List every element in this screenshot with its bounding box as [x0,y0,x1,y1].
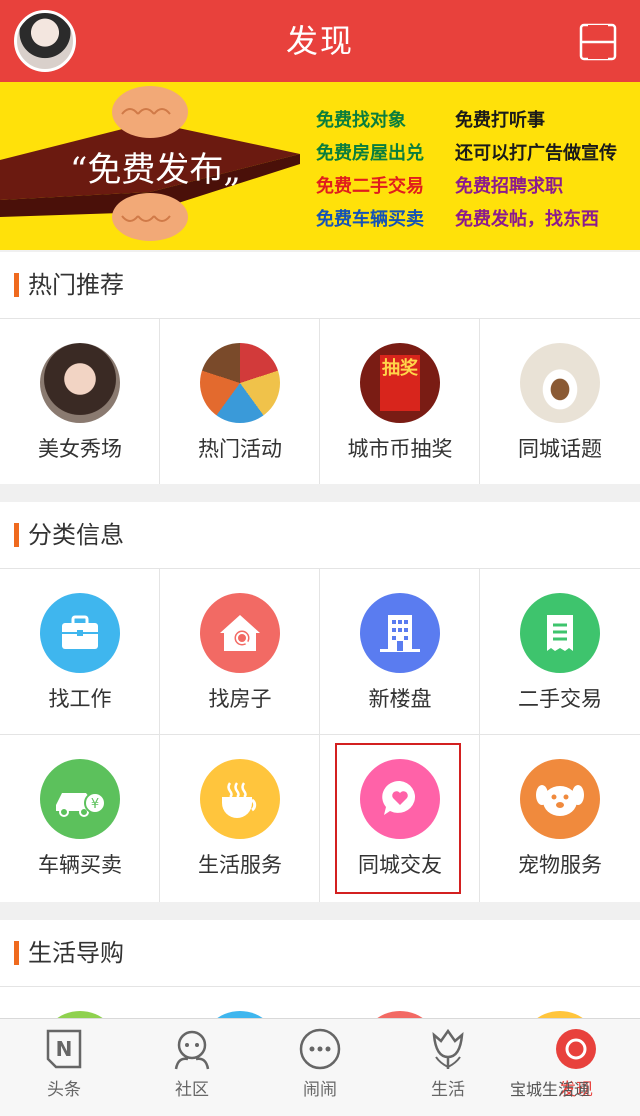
lottery-photo: 抽奖 [360,343,440,423]
tab-label: 闹闹 [303,1080,337,1100]
section-shopping-header: 生活导购 [0,920,640,986]
svg-text:¥: ¥ [91,797,99,812]
coffee-photo [520,343,600,423]
banner-line: 免费二手交易 [316,176,424,197]
building-icon [360,593,440,673]
scan-icon[interactable] [578,22,618,62]
banner-line: 免费房屋出兑 [316,143,424,164]
item-label: 美女秀场 [38,437,122,461]
community-icon [174,1030,210,1070]
category-vehicle[interactable]: ¥ 车辆买卖 [0,735,160,902]
banner-right-column: 免费打听事 还可以打广告做宣传 免费招聘求职 免费发帖，找东西 [455,104,617,236]
watermark-text: 宝城生活通 [510,1080,591,1099]
category-house[interactable]: 找房子 [160,569,320,734]
coffee-cup-icon [200,759,280,839]
hot-item-topics[interactable]: 同城话题 [480,319,640,484]
item-label: 同城话题 [518,437,602,461]
hot-item-events[interactable]: 热门活动 [160,319,320,484]
banner-line: 免费打听事 [455,110,545,131]
discover-icon [556,1029,596,1069]
bottom-tab-bar: N 头条 社区 闹闹 生活 发现 [0,1018,640,1116]
tab-label: 头条 [47,1080,81,1100]
item-label: 城市币抽奖 [347,437,453,461]
chat-icon [299,1028,341,1070]
category-pet-service[interactable]: 宠物服务 [480,735,640,902]
briefcase-icon [40,593,120,673]
tab-life[interactable]: 生活 [384,1019,512,1116]
selection-highlight [335,743,461,894]
section-hot-header: 热门推荐 [0,252,640,318]
beauty-photo [40,343,120,423]
tab-chat[interactable]: 闹闹 [256,1019,384,1116]
news-icon: N [46,1029,82,1069]
banner-line: 免费找对象 [316,110,406,131]
hot-item-lottery[interactable]: 抽奖 城市币抽奖 [320,319,480,484]
accent-bar [14,523,19,547]
banner-line: 免费招聘求职 [455,176,563,197]
category-second-hand[interactable]: 二手交易 [480,569,640,734]
accent-bar [14,941,19,965]
banner-line: 免费发帖，找东西 [455,209,599,230]
section-title: 分类信息 [28,521,124,549]
receipt-icon [520,593,600,673]
category-grid-row-2: ¥ 车辆买卖 生活服务 同城交友 宠物服务 [0,734,640,902]
item-label: 找工作 [48,687,112,711]
item-label: 二手交易 [518,687,602,711]
item-label: 宠物服务 [518,853,602,877]
banner-left-column: 免费找对象 免费房屋出兑 免费二手交易 免费车辆买卖 [316,104,424,236]
page-title: 发现 [285,22,354,60]
item-label: 生活服务 [198,853,282,877]
tab-label: 社区 [175,1080,209,1100]
hot-item-beauty-show[interactable]: 美女秀场 [0,319,160,484]
tab-community[interactable]: 社区 [128,1019,256,1116]
car-icon: ¥ [40,759,120,839]
tab-discover[interactable]: 发现 [512,1019,640,1116]
tulip-icon [432,1028,464,1069]
item-label: 找房子 [208,687,272,711]
item-label: 车辆买卖 [38,853,122,877]
hot-grid: 美女秀场 热门活动 抽奖 城市币抽奖 同城话题 [0,318,640,484]
category-life-service[interactable]: 生活服务 [160,735,320,902]
dog-face-icon [520,759,600,839]
lottery-sign: 抽奖 [380,355,420,411]
promo-banner[interactable]: “免费发布„ 免费找对象 免费房屋出兑 免费二手交易 免费车辆买卖 免费打听事 … [0,82,640,250]
section-category-header: 分类信息 [0,502,640,568]
house-search-icon [200,593,280,673]
item-label: 热门活动 [198,437,282,461]
category-job[interactable]: 找工作 [0,569,160,734]
tab-label: 生活 [431,1080,465,1100]
section-title: 热门推荐 [28,271,124,299]
top-header: 发现 [0,0,640,82]
event-photo [200,343,280,423]
category-grid-row-1: 找工作 找房子 新楼盘 二手交易 [0,568,640,734]
banner-line: 免费车辆买卖 [316,209,424,230]
banner-slogan: “免费发布„ [70,150,241,190]
svg-text:N: N [56,1037,73,1061]
banner-line: 还可以打广告做宣传 [455,143,617,164]
section-title: 生活导购 [28,939,124,967]
item-label: 新楼盘 [368,687,432,711]
tab-news[interactable]: N 头条 [0,1019,128,1116]
category-new-building[interactable]: 新楼盘 [320,569,480,734]
accent-bar [14,273,19,297]
